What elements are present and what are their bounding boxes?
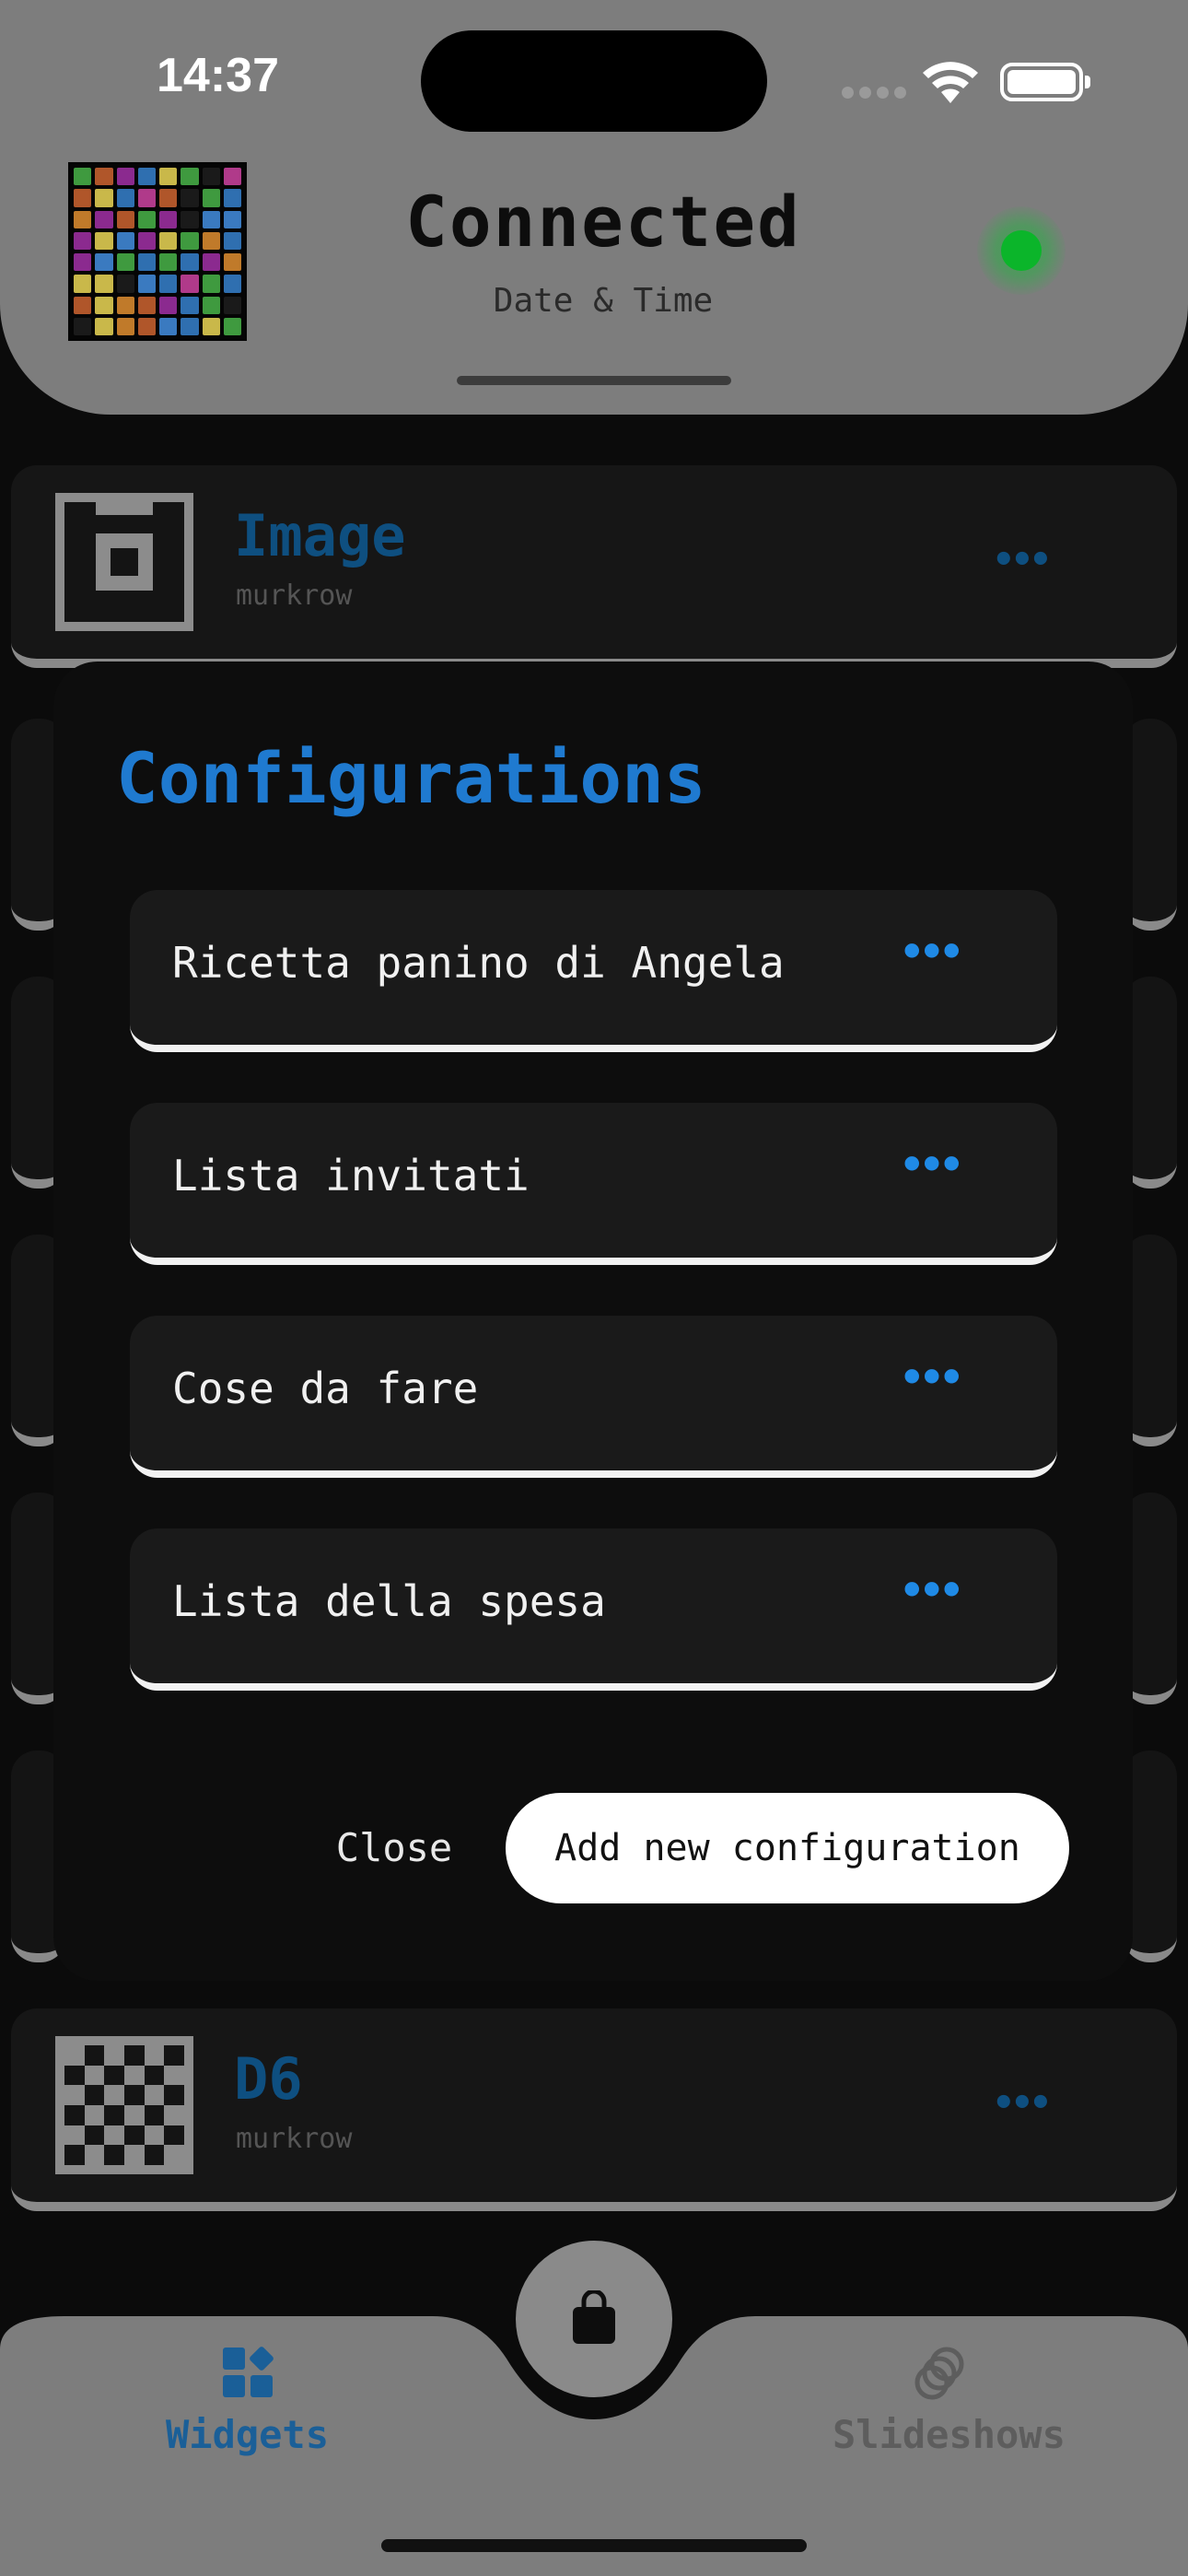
preview-pixel — [116, 317, 134, 335]
configuration-label: Cose da fare — [172, 1364, 479, 1413]
checker-cell — [164, 2104, 184, 2125]
shopping-bag-icon — [569, 2289, 619, 2349]
checker-cell — [84, 2045, 105, 2066]
configuration-label: Lista invitati — [172, 1151, 530, 1200]
widget-card-d6[interactable]: D6 murkrow ••• — [11, 2008, 1177, 2211]
checker-cell — [144, 2045, 165, 2066]
widget-more-button[interactable]: ••• — [993, 539, 1052, 581]
checker-cell — [104, 2145, 124, 2165]
store-button[interactable] — [516, 2241, 672, 2397]
preview-pixel — [223, 317, 241, 335]
configuration-label: Lista della spesa — [172, 1576, 606, 1626]
widget-card-image[interactable]: Image murkrow ••• — [11, 465, 1177, 668]
checker-cell — [84, 2104, 105, 2125]
checker-cell — [164, 2065, 184, 2086]
checker-cell — [64, 2085, 85, 2105]
checker-cell — [104, 2045, 124, 2066]
configuration-more-button[interactable]: ••• — [900, 1142, 964, 1188]
checker-cell — [164, 2045, 184, 2066]
dynamic-island — [421, 30, 767, 132]
configuration-more-button[interactable]: ••• — [900, 1567, 964, 1614]
checker-cell — [123, 2065, 145, 2086]
preview-pixel — [181, 317, 199, 335]
preview-pixel — [95, 317, 113, 335]
checker-cell — [144, 2125, 165, 2146]
checker-cell — [164, 2145, 184, 2165]
checker-cell — [84, 2125, 105, 2146]
configuration-label: Ricetta panino di Angela — [172, 938, 785, 988]
checker-cell — [144, 2104, 165, 2125]
checker-cell — [164, 2125, 184, 2146]
checker-cell — [64, 2045, 85, 2066]
configuration-item[interactable]: Cose da fare ••• — [130, 1316, 1057, 1478]
checker-cell — [84, 2085, 105, 2105]
checkerboard-icon — [55, 2036, 193, 2174]
checker-cell — [64, 2145, 85, 2165]
wifi-icon — [921, 57, 980, 109]
preview-pixel — [202, 317, 220, 335]
checker-cell — [104, 2085, 124, 2105]
checker-cell — [64, 2125, 85, 2146]
close-button[interactable]: Close — [313, 1793, 475, 1903]
checker-cell — [144, 2065, 165, 2086]
cellular-signal-icon — [842, 85, 912, 102]
configuration-item[interactable]: Lista della spesa ••• — [130, 1528, 1057, 1691]
checker-cell — [64, 2065, 85, 2086]
checker-cell — [123, 2085, 145, 2105]
preview-pixel — [159, 317, 178, 335]
preview-pixel — [74, 317, 92, 335]
connection-indicator-icon — [977, 206, 1066, 295]
configuration-item[interactable]: Lista invitati ••• — [130, 1103, 1057, 1265]
checker-cell — [104, 2104, 124, 2125]
tab-widgets[interactable]: Widgets — [166, 2412, 329, 2457]
configuration-more-button[interactable]: ••• — [900, 1354, 964, 1401]
header-drag-handle[interactable] — [457, 376, 731, 385]
battery-icon — [1000, 63, 1090, 101]
checker-cell — [104, 2125, 124, 2146]
checker-cell — [64, 2104, 85, 2125]
checker-cell — [144, 2145, 165, 2165]
checker-cell — [84, 2145, 105, 2165]
add-configuration-button[interactable]: Add new configuration — [506, 1793, 1069, 1903]
checker-cell — [123, 2145, 145, 2165]
checker-cell — [104, 2065, 124, 2086]
widget-title: D6 — [234, 2045, 303, 2113]
tab-slideshows[interactable]: Slideshows — [833, 2412, 1066, 2457]
checker-cell — [144, 2085, 165, 2105]
checker-cell — [123, 2045, 145, 2066]
home-indicator[interactable] — [381, 2539, 807, 2552]
checker-cell — [164, 2085, 184, 2105]
widgets-tab-icon[interactable] — [221, 2346, 276, 2405]
widget-title: Image — [234, 502, 406, 569]
widget-author: murkrow — [236, 2123, 353, 2155]
preview-pixel — [137, 317, 156, 335]
widget-author: murkrow — [236, 580, 353, 612]
checker-cell — [123, 2125, 145, 2146]
checker-cell — [84, 2065, 105, 2086]
widget-more-button[interactable]: ••• — [993, 2082, 1052, 2125]
slideshows-tab-icon[interactable] — [912, 2344, 971, 2406]
status-time: 14:37 — [157, 49, 279, 102]
checker-cell — [123, 2104, 145, 2125]
camera-icon — [55, 493, 193, 631]
configuration-item[interactable]: Ricetta panino di Angela ••• — [130, 890, 1057, 1052]
modal-title: Configurations — [116, 737, 706, 819]
configuration-more-button[interactable]: ••• — [900, 929, 964, 976]
